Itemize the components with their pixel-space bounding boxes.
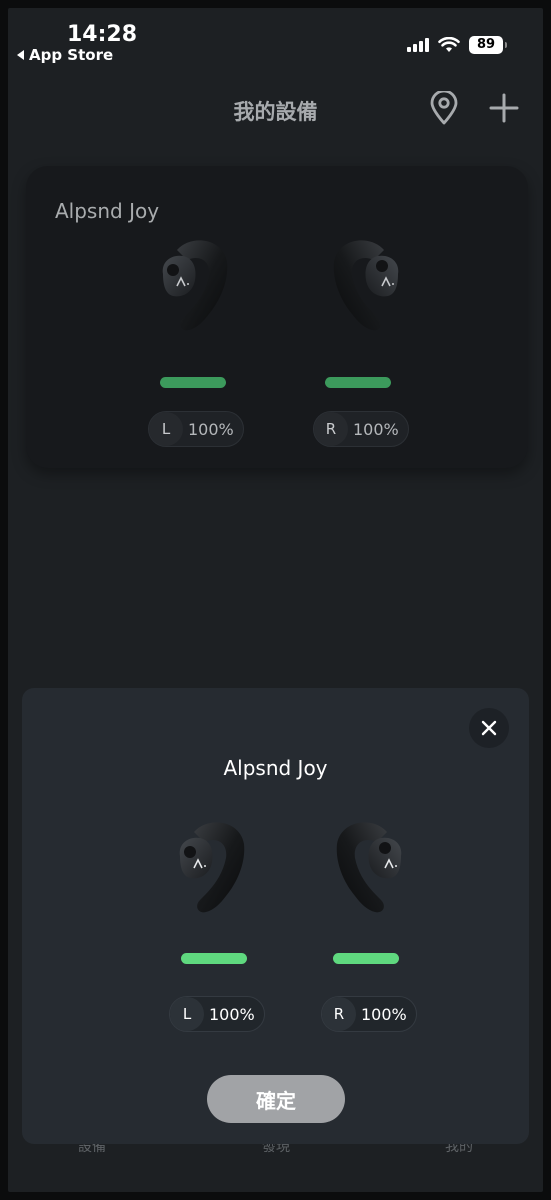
device-name: Alpsnd Joy <box>55 199 160 223</box>
left-battery-bar <box>160 377 226 388</box>
right-battery-bar <box>325 377 391 388</box>
back-to-app-link[interactable]: App Store <box>17 46 113 64</box>
right-battery-value: 100% <box>353 419 399 439</box>
device-card[interactable]: Alpsnd Joy L 100% R 100% <box>26 166 528 468</box>
popup-right-battery-bar <box>333 953 399 964</box>
right-battery-pill: R 100% <box>313 411 409 447</box>
popup-left-battery-bar <box>181 953 247 964</box>
popup-left-battery-value: 100% <box>209 1004 255 1024</box>
popup-left-battery-pill: L 100% <box>169 996 265 1032</box>
page-title: 我的設備 <box>233 100 318 124</box>
popup-right-battery-pill: R 100% <box>321 996 417 1032</box>
cellular-signal-icon <box>407 38 429 52</box>
device-popup: Alpsnd Joy L 100% R 100% 確定 <box>22 688 529 1144</box>
popup-left-side-label: L <box>170 997 204 1031</box>
close-button[interactable] <box>469 708 509 748</box>
popup-left-earbud-image <box>179 822 245 913</box>
popup-right-earbud-image <box>336 822 402 913</box>
popup-right-side-label: R <box>322 997 356 1031</box>
app-screen: 14:28 App Store 89 我的設備 Alpsnd Joy L 100… <box>8 8 543 1192</box>
location-pin-icon[interactable] <box>426 90 462 126</box>
right-earbud-image <box>333 240 399 331</box>
left-battery-value: 100% <box>188 419 234 439</box>
back-triangle-icon <box>17 50 24 60</box>
popup-right-battery-value: 100% <box>361 1004 407 1024</box>
close-icon <box>481 720 497 736</box>
popup-device-name: Alpsnd Joy <box>223 756 328 780</box>
right-side-label: R <box>314 412 348 446</box>
left-battery-pill: L 100% <box>148 411 244 447</box>
left-side-label: L <box>149 412 183 446</box>
back-app-label: App Store <box>29 46 114 64</box>
confirm-button[interactable]: 確定 <box>207 1075 345 1123</box>
plus-icon[interactable] <box>486 90 522 126</box>
battery-indicator: 89 <box>469 36 507 54</box>
status-indicators: 89 <box>407 36 507 54</box>
wifi-icon <box>438 37 460 52</box>
left-earbud-image <box>162 240 228 331</box>
status-time: 14:28 <box>67 22 138 47</box>
